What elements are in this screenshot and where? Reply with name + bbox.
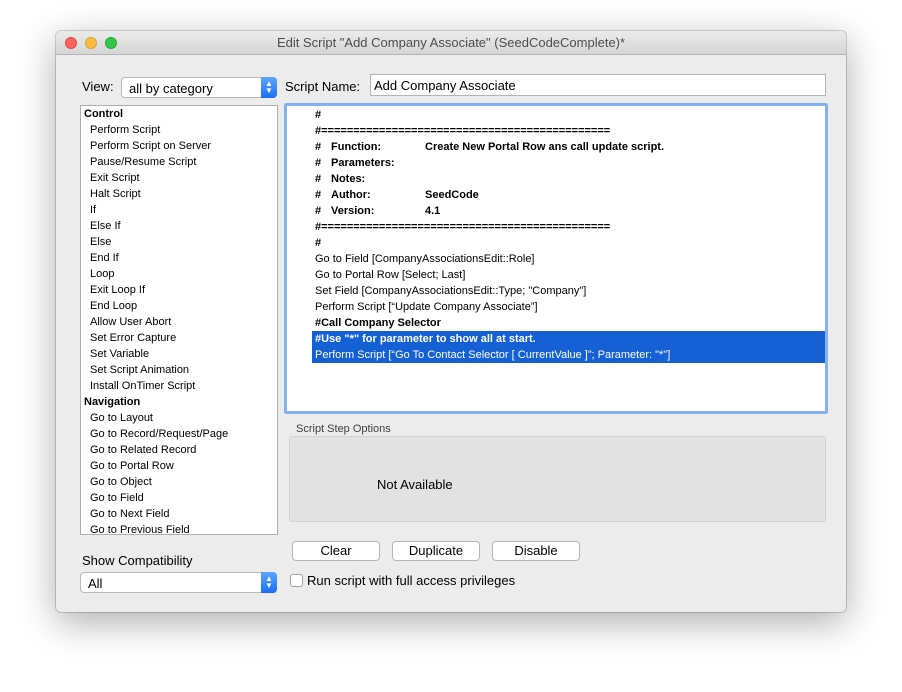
script-line[interactable]: Go to Field [CompanyAssociationsEdit::Ro… (312, 251, 825, 267)
script-line-text: Set Field [CompanyAssociationsEdit::Type… (315, 285, 587, 297)
clear-button[interactable]: Clear (292, 541, 380, 561)
step-list-item[interactable]: Halt Script (81, 186, 277, 202)
step-category: Navigation (84, 396, 141, 408)
comment-value: 4.1 (425, 205, 441, 217)
step-list-item[interactable]: Go to Portal Row (81, 458, 277, 474)
script-line[interactable]: Set Field [CompanyAssociationsEdit::Type… (312, 283, 825, 299)
script-step-list[interactable]: Control Perform Script Perform Script on S… (80, 105, 278, 535)
comment-mark: # (315, 173, 322, 185)
comment-key: Notes: (331, 173, 366, 185)
not-available-text: Not Available (377, 477, 453, 492)
step-list-item[interactable]: Else (81, 234, 277, 250)
step-category: Control (84, 108, 124, 120)
script-line-text: Go to Field [CompanyAssociationsEdit::Ro… (315, 253, 535, 265)
comment-key: Version: (331, 205, 375, 217)
step-list-item[interactable]: Go to Previous Field (81, 522, 277, 534)
script-line-text: Perform Script [“Update Company Associat… (315, 301, 538, 313)
step-list-item[interactable]: Exit Loop If (81, 282, 277, 298)
full-access-checkbox[interactable] (290, 574, 303, 587)
script-line[interactable]: # (312, 107, 825, 123)
script-line[interactable]: Go to Portal Row [Select; Last] (312, 267, 825, 283)
script-line[interactable]: # Parameters: (312, 155, 825, 171)
script-step-options-label: Script Step Options (296, 423, 391, 435)
script-line[interactable]: # (312, 235, 825, 251)
duplicate-button[interactable]: Duplicate (392, 541, 480, 561)
step-list-item[interactable]: Go to Field (81, 490, 277, 506)
comment-key: Parameters: (331, 157, 395, 169)
show-compatibility-popup[interactable]: All ▲ ▼ (80, 572, 277, 593)
comment-mark: # (315, 109, 322, 121)
comment-mark: # (315, 205, 322, 217)
script-line-text: #=======================================… (315, 125, 611, 137)
script-line[interactable]: # Author: SeedCode (312, 187, 825, 203)
step-list-item[interactable]: Perform Script on Server (81, 138, 277, 154)
show-compatibility-value: All (88, 576, 103, 591)
script-editor[interactable]: # #======================================… (284, 103, 828, 414)
popup-arrows-icon: ▲ ▼ (261, 572, 277, 593)
script-name-label: Script Name: (285, 79, 361, 94)
comment-key: Function: (331, 141, 382, 153)
step-list-item[interactable]: End If (81, 250, 277, 266)
step-list-item[interactable]: Set Error Capture (81, 330, 277, 346)
comment-value: SeedCode (425, 189, 479, 201)
script-name-value: Add Company Associate (374, 78, 516, 93)
view-popup[interactable]: all by category ▲ ▼ (121, 77, 277, 98)
script-line[interactable]: # Function: Create New Portal Row ans call… (312, 139, 825, 155)
popup-arrows-icon: ▲ ▼ (261, 77, 277, 98)
step-list-item[interactable]: Loop (81, 266, 277, 282)
script-line[interactable]: #Use "*" for parameter to show all at st… (312, 331, 825, 347)
step-list-item[interactable]: End Loop (81, 298, 277, 314)
step-list-item[interactable]: Go to Record/Request/Page (81, 426, 277, 442)
comment-value: Create New Portal Row ans call update sc… (425, 141, 665, 153)
script-line-text: Perform Script [“Go To Contact Selector … (315, 349, 671, 361)
script-line[interactable]: Perform Script [“Go To Contact Selector … (312, 347, 825, 363)
disable-button[interactable]: Disable (492, 541, 580, 561)
step-list-item[interactable]: Pause/Resume Script (81, 154, 277, 170)
step-list-item[interactable]: Perform Script (81, 122, 277, 138)
step-list-item[interactable]: Set Script Animation (81, 362, 277, 378)
comment-key: Author: (331, 189, 371, 201)
comment-mark: # (315, 237, 322, 249)
title-bar[interactable]: Edit Script "Add Company Associate" (See… (56, 31, 846, 55)
step-list-item[interactable]: Go to Next Field (81, 506, 277, 522)
script-step-options-panel: Not Available (289, 436, 826, 522)
comment-mark: # (315, 157, 322, 169)
window-title: Edit Script "Add Company Associate" (See… (276, 35, 626, 50)
full-access-label: Run script with full access privileges (307, 573, 516, 588)
step-list-item[interactable]: Go to Layout (81, 410, 277, 426)
script-line[interactable]: # Notes: (312, 171, 825, 187)
script-line[interactable]: #Call Company Selector (312, 315, 825, 331)
step-list-item[interactable]: Install OnTimer Script (81, 378, 277, 394)
view-popup-value: all by category (129, 81, 213, 96)
step-list-item[interactable]: Go to Object (81, 474, 277, 490)
comment-mark: # (315, 141, 322, 153)
view-label: View: (82, 79, 114, 94)
step-list-item[interactable]: Allow User Abort (81, 314, 277, 330)
step-list-item[interactable]: Exit Script (81, 170, 277, 186)
comment-mark: # (315, 189, 322, 201)
step-list-item[interactable]: If (81, 202, 277, 218)
step-list-item[interactable]: Set Variable (81, 346, 277, 362)
script-line[interactable]: #=======================================… (312, 219, 825, 235)
show-compatibility-label: Show Compatibility (82, 553, 193, 568)
script-line[interactable]: Perform Script [“Update Company Associat… (312, 299, 825, 315)
script-line-text: #Use "*" for parameter to show all at st… (315, 333, 536, 345)
script-line-text: #Call Company Selector (315, 317, 441, 329)
step-list-item[interactable]: Go to Related Record (81, 442, 277, 458)
script-line[interactable]: # Version: 4.1 (312, 203, 825, 219)
script-line-text: Go to Portal Row [Select; Last] (315, 269, 466, 281)
step-list-item[interactable]: Else If (81, 218, 277, 234)
edit-script-window: Edit Script "Add Company Associate" (See… (56, 31, 846, 612)
script-line[interactable]: #=======================================… (312, 123, 825, 139)
script-line-text: #=======================================… (315, 221, 611, 233)
script-name-field[interactable]: Add Company Associate (370, 74, 826, 96)
